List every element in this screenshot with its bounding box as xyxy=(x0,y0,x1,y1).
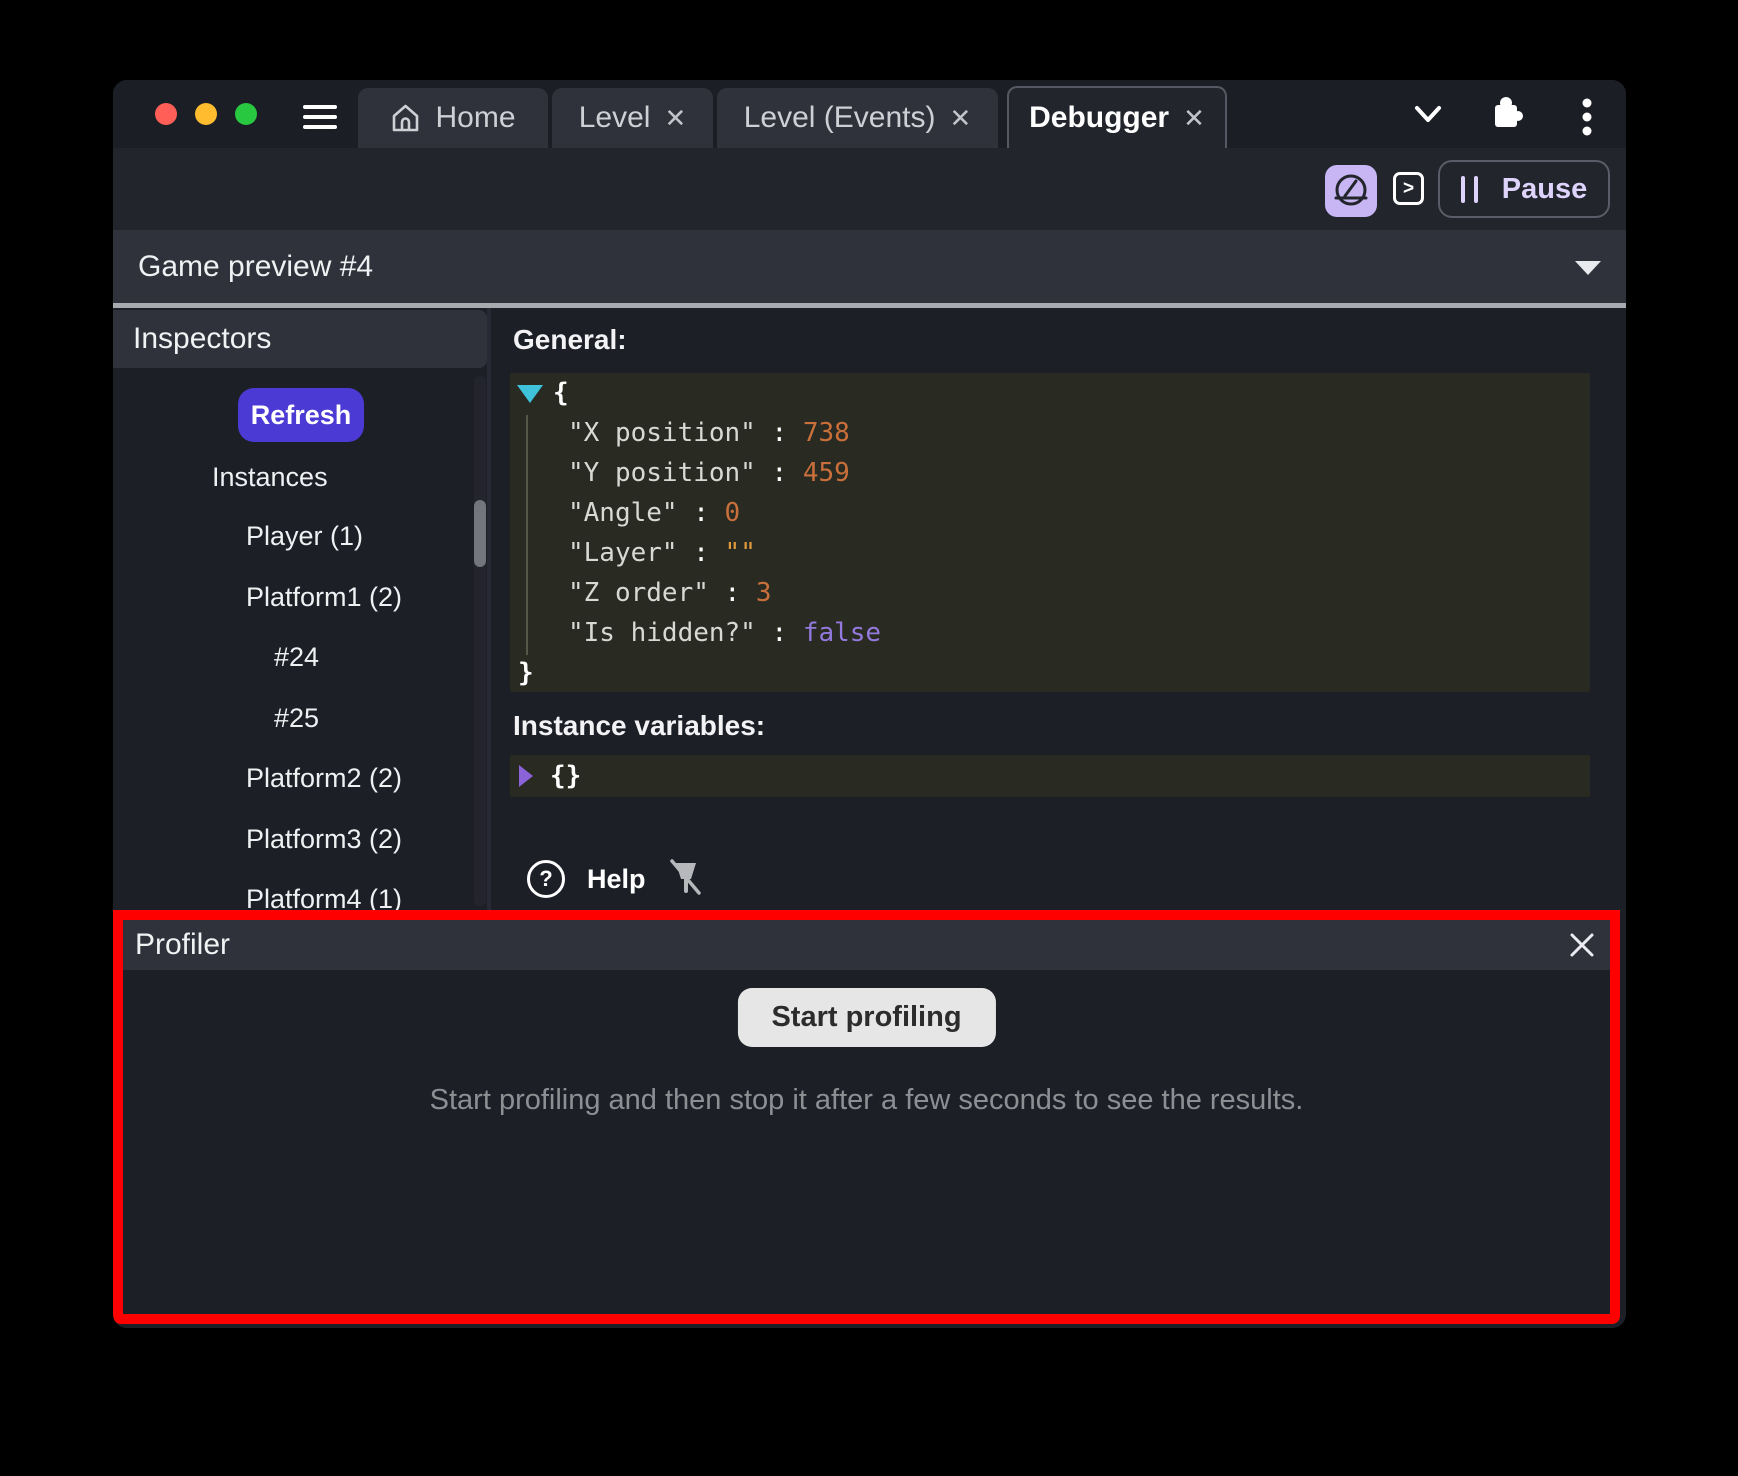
json-entry-z-order: "Z order" : 3 xyxy=(510,573,1626,613)
profiler-gauge-button[interactable] xyxy=(1325,165,1377,217)
instance-variables-value: {} xyxy=(550,755,581,797)
console-button[interactable]: > xyxy=(1393,172,1424,205)
tab-close-icon[interactable]: ✕ xyxy=(664,105,686,131)
preview-chevron-down-icon[interactable] xyxy=(1575,261,1601,275)
refresh-button[interactable]: Refresh xyxy=(238,388,364,442)
inspectors-header-label: Inspectors xyxy=(133,310,271,368)
general-section-label: General: xyxy=(513,324,627,356)
help-button[interactable]: ? xyxy=(527,860,565,898)
instance-variables-viewer: {} xyxy=(510,755,1590,797)
tab-level[interactable]: Level ✕ xyxy=(552,88,713,148)
tree-item-24[interactable]: #24 xyxy=(113,637,453,677)
pin-off-icon[interactable] xyxy=(666,857,706,904)
home-icon xyxy=(390,102,421,135)
start-profiling-button[interactable]: Start profiling xyxy=(737,988,995,1047)
json-entry-is-hidden: "Is hidden?" : false xyxy=(510,613,1626,653)
json-close-brace: } xyxy=(510,653,1590,693)
sidebar-scrollbar-track[interactable] xyxy=(474,376,486,906)
close-window-button[interactable] xyxy=(155,103,177,125)
help-label[interactable]: Help xyxy=(587,864,646,895)
tree-item-instances[interactable]: Instances xyxy=(113,457,453,497)
tab-close-icon[interactable]: ✕ xyxy=(1183,105,1205,131)
kebab-menu-icon[interactable] xyxy=(1579,95,1595,139)
titlebar: Home Level ✕ Level (Events) ✕ Debugger ✕ xyxy=(113,80,1626,148)
tab-label: Debugger xyxy=(1029,101,1169,135)
tree-item-platform3-2[interactable]: Platform3 (2) xyxy=(113,819,453,859)
json-entry-y-position: "Y position" : 459 xyxy=(510,453,1626,493)
inspectors-panel-header: Inspectors xyxy=(113,310,487,368)
tab-debugger[interactable]: Debugger ✕ xyxy=(1007,86,1227,148)
menu-hamburger-icon[interactable] xyxy=(303,105,337,129)
general-json-viewer: {"X position" : 738"Y position" : 459"An… xyxy=(510,373,1590,692)
profiler-header: Profiler xyxy=(123,920,1610,970)
game-preview-title: Game preview #4 xyxy=(138,230,373,303)
instance-variables-label: Instance variables: xyxy=(513,710,765,742)
console-chevron-icon: > xyxy=(1403,178,1414,200)
profiler-title: Profiler xyxy=(135,920,230,970)
json-entry-x-position: "X position" : 738 xyxy=(510,413,1626,453)
sidebar-divider xyxy=(487,308,491,910)
minimize-window-button[interactable] xyxy=(195,103,217,125)
app-window: Home Level ✕ Level (Events) ✕ Debugger ✕ xyxy=(113,80,1626,1328)
json-open-brace: { xyxy=(510,373,1590,413)
collapsed-triangle-icon[interactable] xyxy=(519,765,533,787)
tab-label: Level (Events) xyxy=(744,101,936,135)
tree-item-platform2-2[interactable]: Platform2 (2) xyxy=(113,758,453,798)
chevron-down-icon[interactable] xyxy=(1413,100,1443,133)
json-entry-angle: "Angle" : 0 xyxy=(510,493,1626,533)
tab-close-icon[interactable]: ✕ xyxy=(949,105,971,131)
tree-item-25[interactable]: #25 xyxy=(113,698,453,738)
sidebar-scrollbar-thumb[interactable] xyxy=(474,500,486,567)
maximize-window-button[interactable] xyxy=(235,103,257,125)
pause-button-label: Pause xyxy=(1502,173,1587,206)
profiler-hint-text: Start profiling and then stop it after a… xyxy=(123,1084,1610,1117)
pause-button[interactable]: Pause xyxy=(1438,160,1610,218)
profiler-close-icon[interactable] xyxy=(1566,929,1598,961)
profiler-panel: Profiler Start profiling Start profiling… xyxy=(113,910,1620,1324)
tree-item-player-1[interactable]: Player (1) xyxy=(113,516,453,556)
tab-label: Home xyxy=(435,101,515,135)
game-preview-selector[interactable]: Game preview #4 xyxy=(113,230,1626,303)
json-entry-layer: "Layer" : "" xyxy=(510,533,1626,573)
tab-home[interactable]: Home xyxy=(358,88,548,148)
tree-item-platform1-2[interactable]: Platform1 (2) xyxy=(113,577,453,617)
pause-icon xyxy=(1461,176,1478,203)
tab-label: Level xyxy=(579,101,651,135)
question-mark-icon: ? xyxy=(539,866,552,892)
tab-level-events[interactable]: Level (Events) ✕ xyxy=(717,88,998,148)
extensions-puzzle-icon[interactable] xyxy=(1488,93,1524,138)
